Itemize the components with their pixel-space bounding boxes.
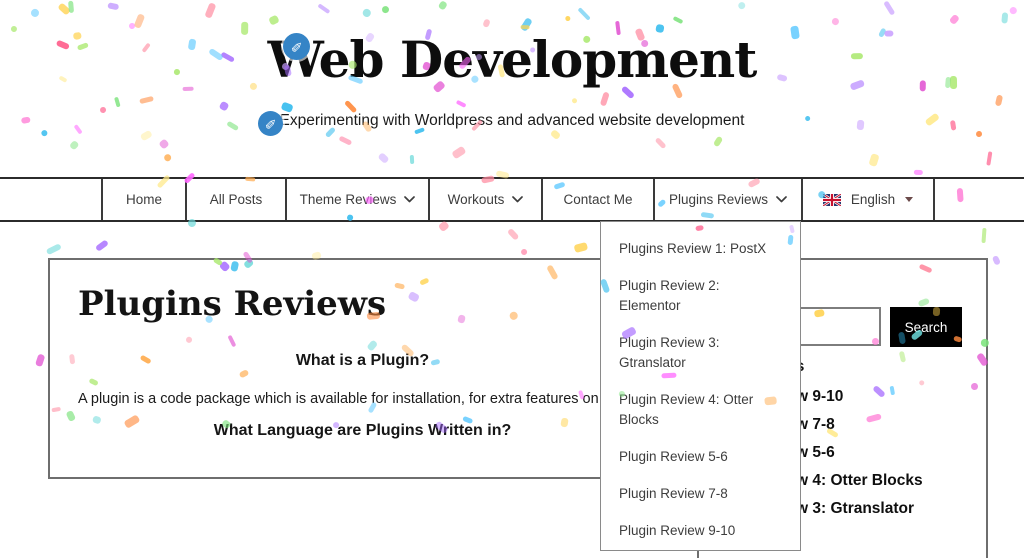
pencil-icon: ✎ — [263, 118, 277, 130]
confetti-piece — [991, 255, 1001, 266]
confetti-piece — [410, 155, 415, 164]
dropdown-item-plugin-review-9-10[interactable]: Plugin Review 9-10 — [619, 521, 779, 541]
article-plugins-reviews: Plugins Reviews What is a Plugin? A plug… — [48, 258, 677, 479]
confetti-piece — [578, 7, 591, 20]
nav-label: Plugins Reviews — [669, 192, 768, 207]
confetti-piece — [868, 153, 879, 167]
confetti-piece — [712, 135, 723, 147]
nav-label: All Posts — [210, 192, 263, 207]
confetti-piece — [382, 6, 390, 14]
confetti-piece — [565, 16, 571, 22]
nav-label: Contact Me — [563, 192, 632, 207]
confetti-piece — [58, 2, 71, 15]
nav-left-spacer — [0, 179, 103, 220]
confetti-piece — [95, 239, 109, 251]
nav-right-spacer — [935, 179, 1024, 220]
confetti-piece — [437, 0, 448, 10]
nav-item-home[interactable]: Home — [103, 179, 187, 220]
confetti-piece — [269, 15, 280, 26]
main-navigation: Home All Posts Theme Reviews Workouts Co… — [0, 177, 1024, 222]
dropdown-item-plugins-review-1-postx[interactable]: Plugins Review 1: PostX — [619, 239, 779, 259]
dropdown-item-plugin-review-2-elementor[interactable]: Plugin Review 2: Elementor — [619, 276, 779, 316]
confetti-piece — [40, 129, 49, 138]
confetti-piece — [600, 91, 610, 106]
confetti-piece — [914, 170, 923, 175]
confetti-piece — [68, 1, 74, 13]
confetti-piece — [69, 139, 80, 150]
confetti-piece — [218, 100, 229, 111]
confetti-piece — [134, 14, 145, 29]
confetti-piece — [573, 242, 587, 253]
nav-item-all-posts[interactable]: All Posts — [187, 179, 287, 220]
confetti-piece — [884, 1, 896, 16]
confetti-piece — [377, 152, 389, 164]
confetti-piece — [205, 2, 217, 18]
confetti-piece — [113, 96, 120, 107]
search-button[interactable]: Search — [890, 307, 962, 347]
site-title: Web Development — [0, 30, 1024, 89]
dropdown-item-plugin-review-4-otter-blocks[interactable]: Plugin Review 4: Otter Blocks — [619, 390, 779, 430]
edit-tagline-button[interactable]: ✎ — [258, 111, 283, 136]
chevron-down-icon — [512, 196, 523, 203]
confetti-piece — [482, 18, 490, 28]
dropdown-item-plugin-review-3-gtranslator[interactable]: Plugin Review 3: Gtranslator — [619, 333, 779, 373]
confetti-piece — [1009, 6, 1018, 15]
confetti-piece — [507, 227, 520, 240]
confetti-piece — [455, 100, 466, 108]
site-tagline: Experimenting with Worldpress and advanc… — [0, 112, 1024, 130]
nav-label: Home — [126, 192, 162, 207]
nav-label: Theme Reviews — [300, 192, 397, 207]
confetti-piece — [46, 244, 62, 256]
confetti-piece — [140, 130, 153, 141]
nav-label: Workouts — [448, 192, 505, 207]
nav-item-workouts[interactable]: Workouts — [430, 179, 543, 220]
confetti-piece — [159, 139, 170, 150]
nav-item-contact-me[interactable]: Contact Me — [543, 179, 655, 220]
uk-flag-icon — [823, 194, 841, 206]
article-subheading-plugin-language: What Language are Plugins Written in? — [50, 422, 675, 440]
pencil-icon: ✎ — [289, 41, 303, 53]
language-dropdown-arrow-icon — [905, 197, 913, 202]
confetti-piece — [361, 7, 371, 17]
confetti-piece — [655, 137, 667, 149]
chevron-down-icon — [776, 196, 787, 203]
nav-item-theme-reviews[interactable]: Theme Reviews — [287, 179, 430, 220]
nav-item-plugins-reviews[interactable]: Plugins Reviews — [655, 179, 803, 220]
article-subheading-what-is-a-plugin: What is a Plugin? — [50, 352, 675, 370]
confetti-piece — [736, 1, 746, 11]
edit-title-button[interactable]: ✎ — [283, 33, 310, 60]
confetti-piece — [571, 97, 577, 103]
confetti-piece — [982, 228, 987, 243]
confetti-piece — [107, 3, 119, 11]
chevron-down-icon — [404, 196, 415, 203]
confetti-piece — [520, 248, 527, 255]
confetti-piece — [451, 146, 466, 160]
confetti-piece — [986, 150, 993, 165]
confetti-piece — [949, 13, 960, 24]
confetti-piece — [128, 21, 136, 29]
confetti-piece — [995, 94, 1004, 106]
confetti-piece — [140, 96, 155, 104]
plugins-reviews-dropdown-menu: Plugins Review 1: PostX Plugin Review 2:… — [600, 221, 801, 551]
confetti-piece — [673, 16, 684, 24]
confetti-piece — [29, 7, 40, 18]
confetti-piece — [339, 136, 353, 146]
confetti-piece — [549, 128, 561, 139]
dropdown-item-plugin-review-5-6[interactable]: Plugin Review 5-6 — [619, 447, 779, 467]
confetti-piece — [36, 354, 46, 368]
confetti-piece — [163, 153, 172, 162]
confetti-piece — [1002, 12, 1009, 24]
article-paragraph: A plugin is a code package which is avai… — [78, 391, 668, 407]
nav-label: English — [851, 192, 895, 207]
article-title: Plugins Reviews — [78, 284, 386, 324]
confetti-piece — [975, 130, 982, 137]
nav-item-language-english[interactable]: English — [803, 179, 935, 220]
confetti-piece — [438, 221, 450, 233]
dropdown-item-plugin-review-7-8[interactable]: Plugin Review 7-8 — [619, 484, 779, 504]
confetti-piece — [831, 17, 840, 26]
confetti-piece — [317, 3, 330, 14]
